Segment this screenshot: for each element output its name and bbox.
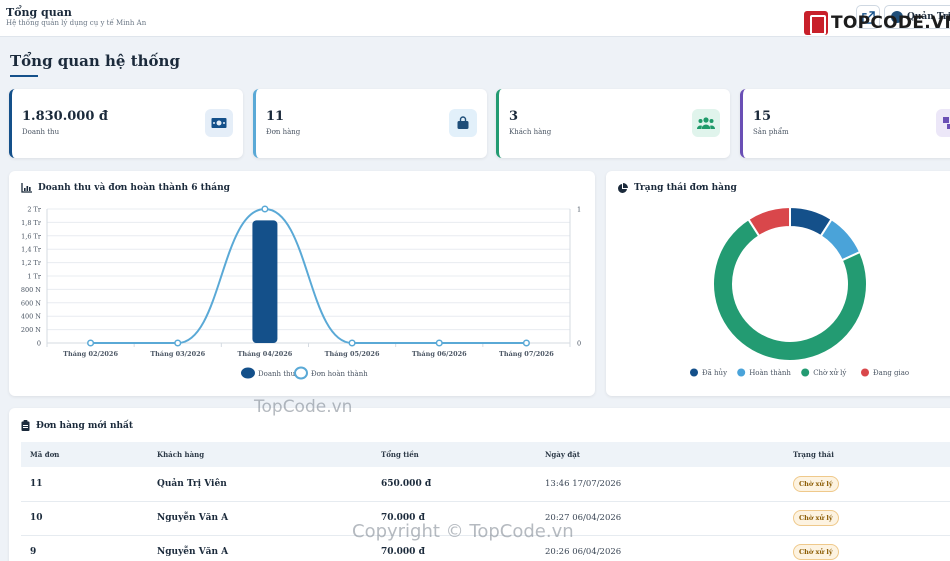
y-left-tick-label: 1 Tr (27, 273, 42, 281)
stat-value: 11 (266, 109, 285, 124)
y-left-tick-label: 1,6 Tr (21, 232, 42, 240)
x-tick-label: Tháng 04/2026 (238, 350, 293, 358)
order-status-panel: Trạng thái đơn hàng Đã hủy Hoàn thành Chờ … (606, 171, 950, 396)
x-tick-label: Tháng 06/2026 (412, 350, 467, 358)
clipboard-icon (21, 420, 30, 431)
order-customer: Quản Trị Viên (148, 467, 372, 502)
money-icon (205, 109, 233, 137)
latest-orders-panel: Đơn hàng mới nhất Mã đơn Khách hàng Tổng… (9, 408, 950, 561)
completed-orders-point (348, 339, 356, 347)
legend-label: Hoàn thành (749, 368, 791, 377)
y-left-tick-label: 200 N (21, 326, 41, 334)
order-date: 20:26 06/04/2026 (536, 535, 784, 561)
y-left-tick-label: 400 N (21, 313, 41, 321)
y-left-tick-label: 1,4 Tr (21, 246, 42, 254)
order-status-cell: Chờ xử lý (784, 501, 950, 536)
order-status-donut-chart: Đã hủy Hoàn thành Chờ xử lý Đang giao (690, 205, 909, 377)
revenue-chart: 0 200 N 400 N 600 N 800 N 1 Tr 1,2 Tr 1,4 Tr 1,6… (21, 205, 581, 380)
y-left-tick-label: 0 (37, 340, 41, 348)
x-tick-label: Tháng 02/2026 (63, 350, 118, 358)
status-badge: Chờ xử lý (793, 510, 839, 526)
table-row[interactable]: 11 Quản Trị Viên 650.000 đ 13:46 17/07/2… (21, 467, 950, 502)
column-header: Ngày đặt (545, 450, 580, 459)
legend-label: Đang giao (873, 369, 909, 377)
table-row[interactable]: 9 Nguyễn Văn A 70.000 đ 20:26 06/04/2026… (21, 535, 950, 561)
legend-label-revenue: Doanh thu (258, 370, 296, 378)
table-header-row: Mã đơn Khách hàng Tổng tiền Ngày đặt Trạ… (21, 442, 950, 467)
completed-orders-point (174, 339, 182, 347)
legend-swatch-completed (294, 366, 308, 380)
legend-swatch-revenue (241, 367, 255, 379)
order-status-cell: Chờ xử lý (784, 535, 950, 561)
y-left-tick-label: 1,8 Tr (21, 219, 42, 227)
completed-orders-point (522, 339, 530, 347)
completed-orders-point (435, 339, 443, 347)
y-left-tick-label: 800 N (21, 286, 41, 294)
legend-label-completed: Đơn hoàn thành (311, 369, 368, 378)
table-row[interactable]: 10 Nguyễn Văn A 70.000 đ 20:27 06/04/202… (21, 501, 950, 536)
x-tick-label: Tháng 07/2026 (499, 350, 554, 358)
y-left-tick-label: 1,2 Tr (21, 259, 42, 267)
column-header: Tổng tiền (381, 450, 419, 459)
stat-value: 1.830.000 đ (22, 109, 108, 124)
stat-card-revenue: 1.830.000 đ Doanh thu (9, 89, 243, 158)
legend-label: Chờ xử lý (813, 368, 846, 377)
y-right-tick-label: 1 (577, 206, 581, 214)
order-date: 20:27 06/04/2026 (536, 501, 784, 536)
page-subtitle: Hệ thống quản lý dụng cụ y tế Minh An (6, 19, 147, 27)
order-total: 70.000 đ (372, 501, 536, 536)
legend-swatch (690, 368, 698, 377)
completed-orders-point (87, 339, 95, 347)
latest-orders-title: Đơn hàng mới nhất (21, 420, 133, 431)
stat-label: Doanh thu (22, 128, 60, 136)
legend-swatch (861, 368, 869, 377)
column-header: Mã đơn (30, 450, 60, 459)
stat-card-products: 15 Sản phẩm (740, 89, 950, 158)
stat-value: 15 (753, 109, 772, 124)
dashboard-heading: Tổng quan hệ thống (10, 52, 180, 70)
order-status-cell: Chờ xử lý (784, 467, 950, 502)
order-id: 9 (21, 535, 148, 561)
y-left-tick-label: 2 Tr (27, 206, 42, 214)
latest-orders-table: Mã đơn Khách hàng Tổng tiền Ngày đặt Trạ… (21, 442, 950, 561)
heading-underline (10, 75, 38, 77)
stat-value: 3 (509, 109, 519, 124)
legend-swatch (801, 368, 810, 377)
order-id: 10 (21, 501, 148, 536)
order-customer: Nguyễn Văn A (148, 501, 372, 536)
revenue-bar (252, 220, 278, 343)
status-badge: Chờ xử lý (793, 544, 839, 560)
stat-label: Đơn hàng (266, 128, 301, 136)
users-icon (692, 109, 720, 137)
status-badge: Chờ xử lý (793, 475, 839, 492)
logo-text: TOPCODE.VN (831, 12, 950, 33)
shopping-bag-icon (449, 109, 477, 137)
column-header: Trạng thái (793, 450, 834, 459)
order-total: 70.000 đ (372, 535, 536, 561)
order-customer: Nguyễn Văn A (148, 535, 372, 561)
legend-swatch (737, 368, 746, 377)
page-title: Tổng quan (6, 6, 72, 19)
legend-label: Đã hủy (702, 368, 727, 377)
stat-card-orders: 11 Đơn hàng (253, 89, 487, 158)
order-id: 11 (21, 467, 148, 502)
completed-orders-point (261, 205, 269, 213)
revenue-chart-panel: Doanh thu và đơn hoàn thành 6 tháng 0 200… (9, 171, 595, 396)
order-total: 650.000 đ (372, 467, 536, 502)
order-date: 13:46 17/07/2026 (536, 467, 784, 502)
x-tick-label: Tháng 03/2026 (150, 350, 205, 358)
stat-label: Sản phẩm (753, 128, 789, 136)
top-bar: Tổng quan Hệ thống quản lý dụng cụ y tế … (0, 0, 950, 37)
column-header: Khách hàng (157, 450, 205, 459)
boxes-icon (936, 109, 950, 137)
y-left-tick-label: 600 N (21, 299, 41, 307)
x-tick-label: Tháng 05/2026 (325, 350, 380, 358)
stat-label: Khách hàng (509, 128, 552, 136)
topcode-logo-icon (804, 10, 828, 35)
topcode-logo: TOPCODE.VN (804, 9, 950, 36)
y-right-tick-label: 0 (577, 340, 581, 348)
stat-card-customers: 3 Khách hàng (496, 89, 730, 158)
